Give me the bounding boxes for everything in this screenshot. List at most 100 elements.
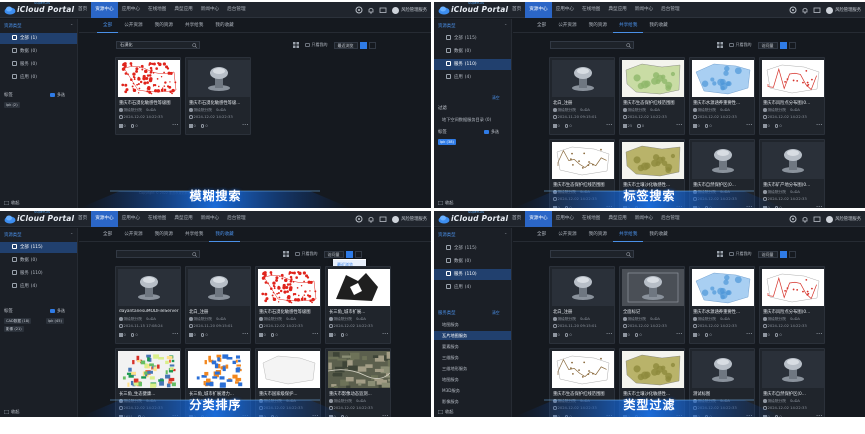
resource-card[interactable]: 重庆市生态保护红线范围图测绘院分院SuDA 2024-12-02 14:22:33…: [619, 57, 685, 135]
user-name[interactable]: 风险管理服务: [835, 7, 861, 13]
list-view-button[interactable]: [788, 41, 796, 49]
multi-select-checkbox[interactable]: [50, 92, 55, 97]
nav-item[interactable]: 在线地图: [578, 2, 604, 18]
tab-2[interactable]: 我的资源: [583, 19, 613, 33]
collapse-caret-icon[interactable]: ⌃: [70, 232, 73, 237]
thumbs-up-icon[interactable]: [259, 333, 263, 337]
tab-4[interactable]: 我的收藏: [643, 228, 673, 242]
service-type-item[interactable]: 三维服务: [434, 353, 511, 362]
search-icon[interactable]: [192, 251, 197, 257]
bell-icon[interactable]: [800, 5, 810, 15]
more-icon[interactable]: •••: [606, 123, 613, 127]
nav-item[interactable]: 新闻中心: [631, 2, 657, 18]
category-item[interactable]: 应用 (4): [0, 281, 77, 292]
search-icon[interactable]: [192, 42, 197, 48]
more-icon[interactable]: •••: [676, 123, 683, 127]
reset-link[interactable]: 清空: [492, 310, 500, 316]
settings-icon[interactable]: [788, 5, 798, 15]
nav-item[interactable]: 典型应用: [604, 2, 630, 18]
tab-2[interactable]: 我的资源: [583, 228, 613, 242]
category-item[interactable]: 应用 (0): [0, 72, 77, 83]
more-icon[interactable]: •••: [382, 332, 389, 336]
category-item[interactable]: 数据 (0): [434, 256, 511, 267]
tab-3[interactable]: 共享给我: [179, 19, 209, 33]
resource-card[interactable]: 重庆市风险点分布图(0... 测绘院分院 SuDA 2024-12-02 14:22:…: [759, 266, 825, 344]
list-view-button[interactable]: [354, 250, 362, 258]
bell-icon[interactable]: [366, 5, 376, 15]
bell-icon[interactable]: [800, 214, 810, 224]
nav-item[interactable]: 典型应用: [170, 211, 196, 227]
nav-item[interactable]: 首页: [74, 2, 91, 18]
thumbs-up-icon[interactable]: [119, 333, 123, 337]
tab-3[interactable]: 共享给我: [612, 19, 644, 33]
resource-card[interactable]: dayantanesuMODFileServer 测绘院分院 SuDA 2024-11…: [115, 266, 181, 344]
message-icon[interactable]: [378, 214, 388, 224]
nav-item[interactable]: 后台管理: [223, 211, 249, 227]
thumbs-up-icon[interactable]: [623, 333, 627, 337]
tag-chip[interactable]: lpk (2): [4, 102, 20, 108]
more-icon[interactable]: •••: [312, 332, 319, 336]
list-view-button[interactable]: [788, 250, 796, 258]
user-name[interactable]: 风险管理服务: [835, 216, 861, 222]
tab-0[interactable]: 全部: [531, 19, 552, 33]
tab-3[interactable]: 共享给我: [179, 228, 209, 242]
resource-card[interactable]: 全面标记 测绘院分院 SuDA 2024-12-02 14:22:33 0 0 •••: [619, 266, 685, 344]
nav-item[interactable]: 资源中心: [91, 2, 118, 18]
grid-view-button[interactable]: [779, 250, 787, 258]
bell-icon[interactable]: [366, 214, 376, 224]
nav-item[interactable]: 在线地图: [578, 211, 604, 227]
tab-4[interactable]: 我的收藏: [643, 19, 673, 33]
thumbs-up-icon[interactable]: [189, 124, 193, 128]
category-item[interactable]: 服务 (0): [0, 59, 77, 70]
user-avatar[interactable]: [826, 215, 834, 223]
sort-select[interactable]: 访问量: [757, 250, 778, 258]
category-item[interactable]: 全部 (1): [0, 33, 77, 44]
grid-icon[interactable]: [717, 42, 723, 48]
nav-item[interactable]: 新闻中心: [197, 211, 223, 227]
grid-view-button[interactable]: [779, 41, 787, 49]
more-icon[interactable]: •••: [676, 332, 683, 336]
collapse-caret-icon[interactable]: ⌃: [70, 23, 73, 28]
tab-1[interactable]: 公开资源: [118, 19, 148, 33]
user-name[interactable]: 风险管理服务: [401, 7, 427, 13]
thumbs-up-icon[interactable]: [553, 333, 557, 337]
user-avatar[interactable]: [392, 6, 400, 14]
thumbs-up-icon[interactable]: [763, 333, 767, 337]
resource-card[interactable]: 重庆市水源涵养重要性... 测绘院分院 SuDA 2024-12-02 14:22:3…: [689, 57, 755, 135]
more-icon[interactable]: •••: [816, 332, 823, 336]
more-icon[interactable]: •••: [746, 332, 753, 336]
thumbs-up-icon[interactable]: [693, 124, 697, 128]
tab-1[interactable]: 公开资源: [552, 19, 582, 33]
user-avatar[interactable]: [826, 6, 834, 14]
thumbs-up-icon[interactable]: [119, 124, 123, 128]
more-icon[interactable]: •••: [172, 332, 179, 336]
category-item[interactable]: 应用 (4): [434, 282, 511, 293]
nav-item[interactable]: 资源中心: [525, 2, 552, 18]
tag-chip-selected[interactable]: lpk (38): [438, 139, 456, 145]
multi-select-checkbox[interactable]: [50, 308, 55, 313]
nav-item[interactable]: 在线地图: [144, 211, 170, 227]
nav-item[interactable]: 新闻中心: [197, 2, 223, 18]
category-item[interactable]: 全部 (115): [434, 243, 511, 254]
user-avatar[interactable]: [392, 215, 400, 223]
tag-chip[interactable]: lpk (45): [46, 318, 64, 324]
portal-logo[interactable]: SuperGIS iCloud Portal: [438, 2, 508, 17]
portal-logo[interactable]: SuperGIS iCloud Portal: [4, 2, 74, 17]
tag-chip[interactable]: 影像 (21): [4, 326, 24, 332]
tab-0[interactable]: 全部: [97, 228, 118, 242]
more-icon[interactable]: •••: [816, 414, 823, 417]
portal-logo[interactable]: SuperGIS iCloud Portal: [4, 211, 74, 226]
tab-0[interactable]: 全部: [531, 228, 552, 242]
more-icon[interactable]: •••: [382, 414, 389, 417]
service-type-item[interactable]: 要素服务: [434, 342, 511, 351]
only-mine-checkbox[interactable]: [729, 42, 734, 48]
nav-item[interactable]: 后台管理: [657, 2, 683, 18]
thumbs-up-icon[interactable]: [693, 333, 697, 337]
nav-item[interactable]: 首页: [508, 2, 525, 18]
category-item[interactable]: 服务 (110): [0, 268, 77, 279]
more-icon[interactable]: •••: [242, 332, 249, 336]
search-input[interactable]: [550, 250, 634, 258]
tab-0[interactable]: 全部: [97, 19, 119, 33]
category-item[interactable]: 全部 (115): [434, 33, 511, 44]
nav-item[interactable]: 应用中心: [118, 211, 144, 227]
